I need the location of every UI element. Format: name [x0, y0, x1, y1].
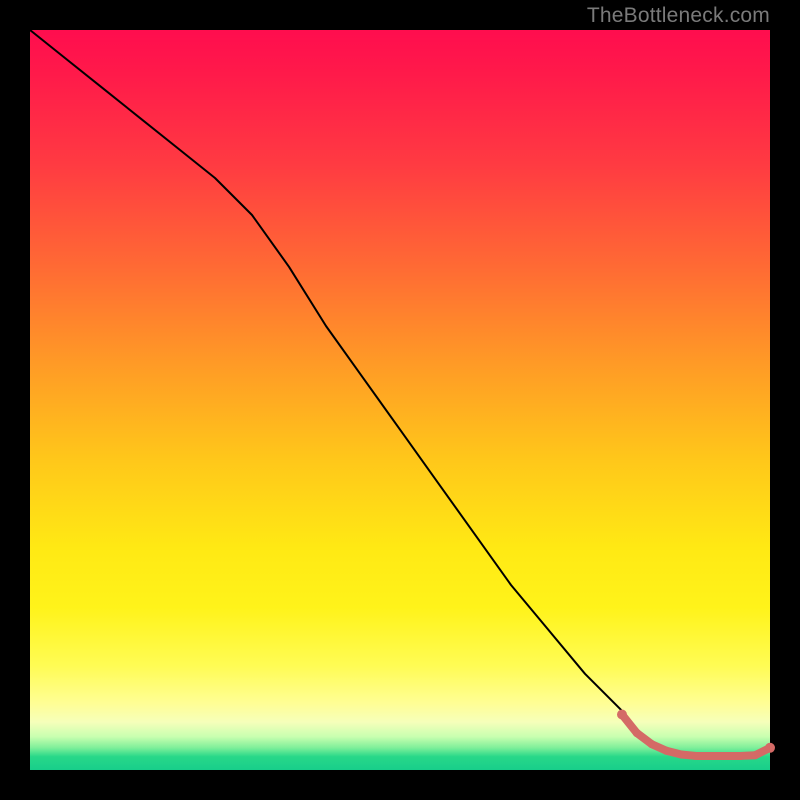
- overlay-svg: [30, 30, 770, 770]
- bottleneck-curve: [30, 30, 770, 755]
- optimal-zone-markers: [617, 710, 775, 760]
- chart-frame: TheBottleneck.com: [0, 0, 800, 800]
- plot-area: [30, 30, 770, 770]
- watermark-text: TheBottleneck.com: [587, 4, 770, 28]
